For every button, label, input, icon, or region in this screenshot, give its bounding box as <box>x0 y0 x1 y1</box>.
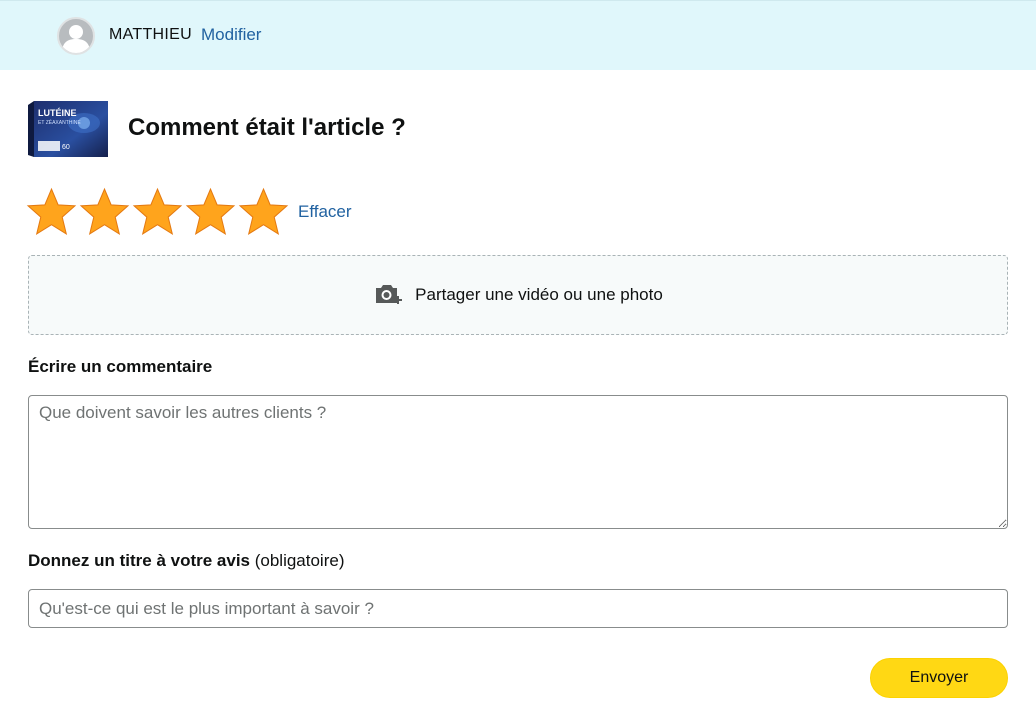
star-5-icon[interactable] <box>238 187 289 238</box>
star-4-icon[interactable] <box>185 187 236 238</box>
star-3-icon[interactable] <box>132 187 183 238</box>
page-title: Comment était l'article ? <box>128 114 406 141</box>
review-title-label: Donnez un titre à votre avis (obligatoir… <box>28 551 345 571</box>
review-title-label-bold: Donnez un titre à votre avis <box>28 551 250 570</box>
upload-label: Partager une vidéo ou une photo <box>415 285 663 304</box>
svg-text:60: 60 <box>62 144 70 151</box>
submit-button[interactable]: Envoyer <box>870 658 1008 698</box>
product-image: LUTÉINE ET ZÉAXANTHINE 60 <box>28 101 108 157</box>
star-rating[interactable] <box>26 187 289 239</box>
user-name: MATTHIEU <box>109 26 192 43</box>
svg-text:ET ZÉAXANTHINE: ET ZÉAXANTHINE <box>38 119 81 126</box>
comment-textarea[interactable] <box>28 395 1008 529</box>
edit-profile-link[interactable]: Modifier <box>201 25 261 45</box>
star-2-icon[interactable] <box>79 187 130 238</box>
svg-text:LUTÉINE: LUTÉINE <box>38 108 77 118</box>
clear-rating-link[interactable]: Effacer <box>298 202 352 222</box>
camera-add-icon <box>376 285 403 304</box>
media-upload-button[interactable]: Partager une vidéo ou une photo <box>28 255 1008 335</box>
user-avatar-icon <box>57 17 95 55</box>
review-title-input[interactable] <box>28 589 1008 628</box>
review-title-label-suffix: (obligatoire) <box>250 551 345 570</box>
comment-label: Écrire un commentaire <box>28 357 213 376</box>
star-1-icon[interactable] <box>26 187 77 238</box>
reviewer-header: MATTHIEU Modifier <box>0 0 1036 70</box>
